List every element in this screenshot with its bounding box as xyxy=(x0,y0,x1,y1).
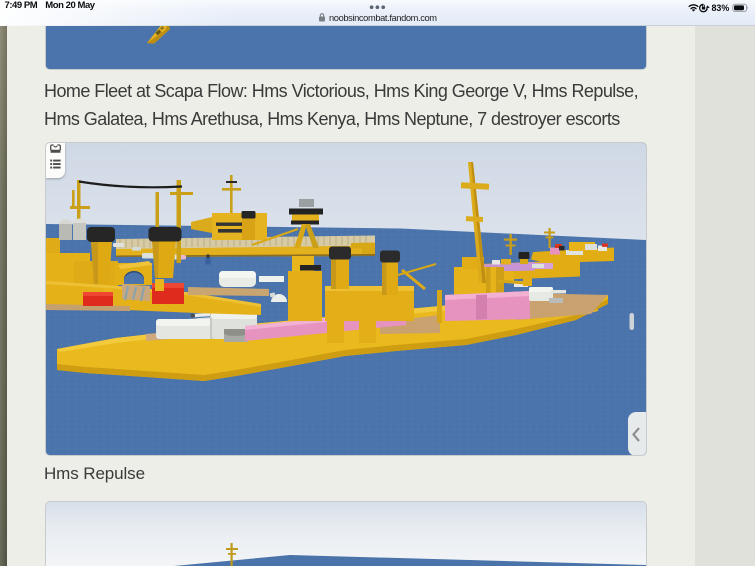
svg-text:83%: 83% xyxy=(712,3,730,13)
